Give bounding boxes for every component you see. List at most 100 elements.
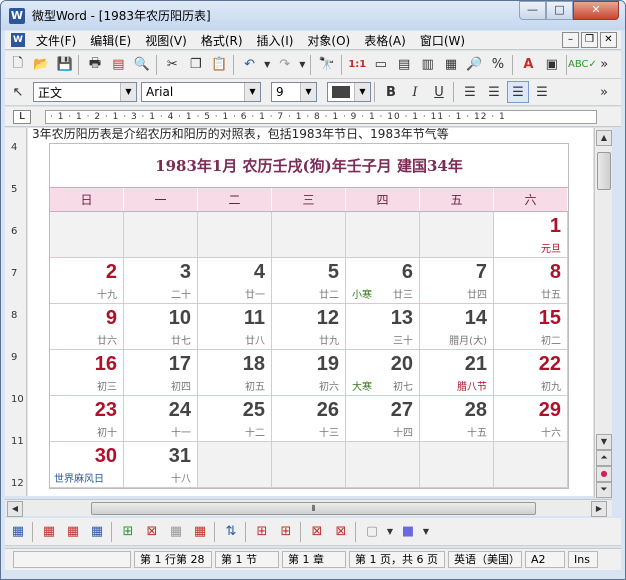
delete-column-icon[interactable]: ⊠ — [330, 521, 352, 543]
find-icon[interactable]: 🔭 — [316, 54, 337, 76]
toolbar-overflow-icon[interactable]: » — [594, 54, 615, 76]
calendar-day[interactable]: 13 三十 — [346, 304, 420, 349]
calendar-empty-cell[interactable] — [272, 212, 346, 257]
italic-icon[interactable]: I — [404, 81, 426, 103]
fill-dropdown-icon[interactable]: ▼ — [421, 521, 431, 543]
calendar-day[interactable]: 20 大寒 初七 — [346, 350, 420, 395]
menu-item-4[interactable]: 插入(I) — [250, 32, 301, 49]
align-right-icon[interactable]: ☰ — [507, 81, 529, 103]
style-select[interactable]: 正文 ▼ — [33, 82, 137, 102]
table-grid-icon[interactable]: ▦ — [62, 521, 84, 543]
scroll-left-icon[interactable]: ◀ — [7, 501, 23, 517]
calendar-day[interactable]: 27 十四 — [346, 396, 420, 441]
calendar-day[interactable]: 8 廿五 — [494, 258, 568, 303]
calendar-empty-cell[interactable] — [420, 212, 494, 257]
table-borders-icon[interactable]: ▦ — [38, 521, 60, 543]
calendar-day[interactable]: 2 十九 — [50, 258, 124, 303]
vertical-ruler[interactable]: 4 5 6 7 8 9 10 11 12 — [5, 128, 27, 496]
calendar-empty-cell[interactable] — [272, 442, 346, 487]
intro-text[interactable]: 3年农历阳历表是介绍农历和阳历的对照表，包括1983年节日、1983年节气等 — [32, 128, 449, 142]
doc-close-button[interactable]: ✕ — [600, 32, 617, 48]
calendar-empty-cell[interactable] — [50, 212, 124, 257]
color-select[interactable]: ▼ — [327, 82, 371, 102]
zoom-percent-icon[interactable]: % — [487, 54, 508, 76]
calendar-empty-cell[interactable] — [198, 212, 272, 257]
menu-item-3[interactable]: 格式(R) — [194, 32, 250, 49]
menu-item-7[interactable]: 窗口(W) — [413, 32, 472, 49]
tab-stop-selector[interactable]: L — [13, 110, 31, 124]
justify-icon[interactable]: ☰ — [531, 81, 553, 103]
print-preview-icon[interactable]: 🔍 — [131, 54, 152, 76]
close-button[interactable]: ✕ — [573, 1, 619, 20]
border-style-icon[interactable]: ▢ — [361, 521, 383, 543]
scroll-down-icon[interactable]: ▼ — [596, 434, 612, 450]
font-size-select[interactable]: 9 ▼ — [271, 82, 317, 102]
bold-icon[interactable]: B — [380, 81, 402, 103]
document-icon[interactable]: W — [11, 33, 25, 47]
calendar-empty-cell[interactable] — [494, 442, 568, 487]
horizontal-scroll-thumb[interactable]: ⦀ — [91, 502, 536, 515]
calendar-day[interactable]: 14 腊月(大) — [420, 304, 494, 349]
cell-borders-icon[interactable]: ▦ — [165, 521, 187, 543]
actual-size-icon[interactable]: 1:1 — [347, 54, 368, 76]
calendar-day[interactable]: 10 廿七 — [124, 304, 198, 349]
calendar-day[interactable]: 1 元旦 — [494, 212, 568, 257]
next-page-icon[interactable]: ⏷ — [596, 482, 612, 498]
pdf-icon[interactable]: ▤ — [108, 54, 129, 76]
fill-color-icon[interactable]: ■ — [397, 521, 419, 543]
toolbar-overflow-icon[interactable]: » — [593, 81, 615, 103]
calendar-day[interactable]: 19 初六 — [272, 350, 346, 395]
calendar-day[interactable]: 17 初四 — [124, 350, 198, 395]
doc-minimize-button[interactable]: – — [562, 32, 579, 48]
redo-dropdown-icon[interactable]: ▼ — [297, 54, 307, 76]
calendar-day[interactable]: 7 廿四 — [420, 258, 494, 303]
calendar-empty-cell[interactable] — [124, 212, 198, 257]
calendar-day[interactable]: 12 廿九 — [272, 304, 346, 349]
align-center-icon[interactable]: ☰ — [483, 81, 505, 103]
calendar-day[interactable]: 5 廿二 — [272, 258, 346, 303]
menu-item-0[interactable]: 文件(F) — [29, 32, 83, 49]
calendar-day[interactable]: 6 小寒 廿三 — [346, 258, 420, 303]
calendar-day[interactable]: 30 世界麻风日 — [50, 442, 124, 487]
new-document-icon[interactable]: 🗋 — [7, 54, 28, 76]
menu-item-6[interactable]: 表格(A) — [357, 32, 413, 49]
calendar-empty-cell[interactable] — [346, 212, 420, 257]
underline-icon[interactable]: U — [428, 81, 450, 103]
paste-icon[interactable]: 📋 — [208, 54, 229, 76]
menu-item-5[interactable]: 对象(O) — [300, 32, 357, 49]
undo-icon[interactable]: ↶ — [239, 54, 260, 76]
select-pointer-icon[interactable]: ↖ — [7, 81, 29, 103]
redo-icon[interactable]: ↷ — [274, 54, 295, 76]
merge-cells-icon[interactable]: ⊞ — [117, 521, 139, 543]
calendar-day[interactable]: 31 十八 — [124, 442, 198, 487]
align-left-icon[interactable]: ☰ — [459, 81, 481, 103]
undo-dropdown-icon[interactable]: ▼ — [262, 54, 272, 76]
calendar-empty-cell[interactable] — [198, 442, 272, 487]
two-page-icon[interactable]: ▦ — [440, 54, 461, 76]
font-color-icon[interactable]: A — [518, 54, 539, 76]
horizontal-ruler[interactable]: L · 1 · 1 · 2 · 1 · 3 · 1 · 4 · 1 · 5 · … — [5, 107, 621, 127]
menu-item-1[interactable]: 编辑(E) — [83, 32, 138, 49]
open-folder-icon[interactable]: 📂 — [30, 54, 51, 76]
minimize-button[interactable]: — — [519, 1, 546, 20]
calendar-day[interactable]: 26 十三 — [272, 396, 346, 441]
insert-table-icon[interactable]: ▦ — [7, 521, 29, 543]
prev-page-icon[interactable]: ⏶ — [596, 450, 612, 466]
split-cells-icon[interactable]: ⊠ — [141, 521, 163, 543]
font-select[interactable]: Arial ▼ — [141, 82, 261, 102]
page-view-icon[interactable]: ▭ — [370, 54, 391, 76]
insert-row-icon[interactable]: ⊞ — [251, 521, 273, 543]
copy-icon[interactable]: ❐ — [185, 54, 206, 76]
page-width-icon[interactable]: ▤ — [393, 54, 414, 76]
scroll-up-icon[interactable]: ▲ — [596, 130, 612, 146]
calendar-day[interactable]: 9 廿六 — [50, 304, 124, 349]
zoom-icon[interactable]: 🔎 — [464, 54, 485, 76]
calendar-empty-cell[interactable] — [346, 442, 420, 487]
maximize-button[interactable]: □ — [546, 1, 573, 20]
calendar-day[interactable]: 21 腊八节 — [420, 350, 494, 395]
calendar-day[interactable]: 15 初二 — [494, 304, 568, 349]
insert-column-icon[interactable]: ⊞ — [275, 521, 297, 543]
horizontal-scrollbar[interactable]: ◀ ⦀ ▶ — [5, 499, 612, 517]
browse-object-icon[interactable]: ● — [596, 466, 612, 482]
scroll-right-icon[interactable]: ▶ — [591, 501, 607, 517]
